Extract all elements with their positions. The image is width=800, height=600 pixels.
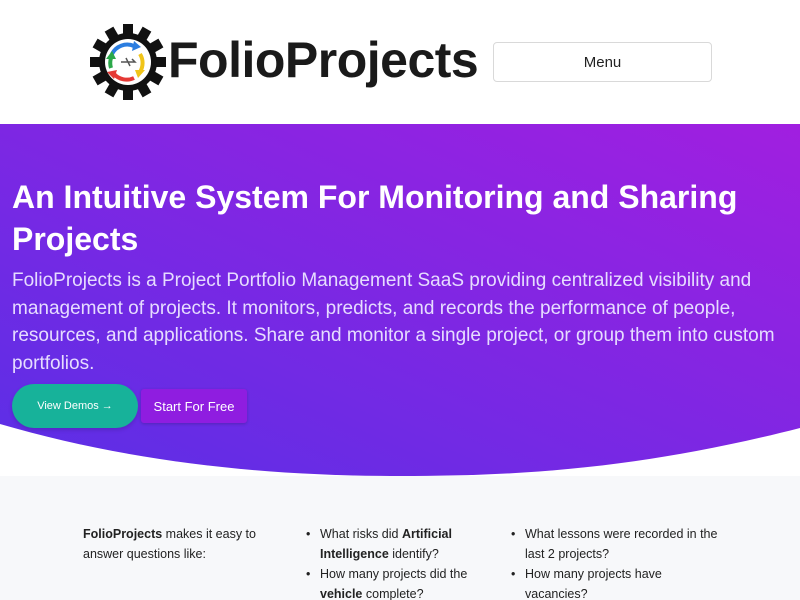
list-item: How many projects did the vehicle comple… <box>306 564 486 600</box>
hero-section: An Intuitive System For Monitoring and S… <box>0 124 800 479</box>
hero-title: An Intuitive System For Monitoring and S… <box>12 179 738 257</box>
site-header: FolioProjects Menu <box>0 0 800 124</box>
list-item: What lessons were recorded in the last 2… <box>511 524 721 564</box>
hero-description: FolioProjects is a Project Portfolio Man… <box>12 270 775 374</box>
intro-brand: FolioProjects <box>83 527 163 541</box>
questions-list-3: What lessons were recorded in the last 2… <box>511 524 721 600</box>
menu-button[interactable]: Menu <box>493 42 712 82</box>
view-demos-button[interactable]: View Demos → <box>12 384 138 428</box>
questions-intro: FolioProjects makes it easy to answer qu… <box>83 524 278 564</box>
view-demos-label: View Demos <box>37 400 99 412</box>
brand-name[interactable]: FolioProjects <box>168 30 479 90</box>
arrow-right-icon: → <box>101 400 113 412</box>
start-for-free-button[interactable]: Start For Free <box>141 389 247 423</box>
list-item: How many projects have vacancies? <box>511 564 721 600</box>
questions-section: FolioProjects makes it easy to answer qu… <box>0 476 800 600</box>
gear-cycle-logo-icon[interactable] <box>88 22 168 102</box>
list-item: What risks did Artificial Intelligence i… <box>306 524 486 564</box>
questions-list-2: What risks did Artificial Intelligence i… <box>306 524 486 600</box>
